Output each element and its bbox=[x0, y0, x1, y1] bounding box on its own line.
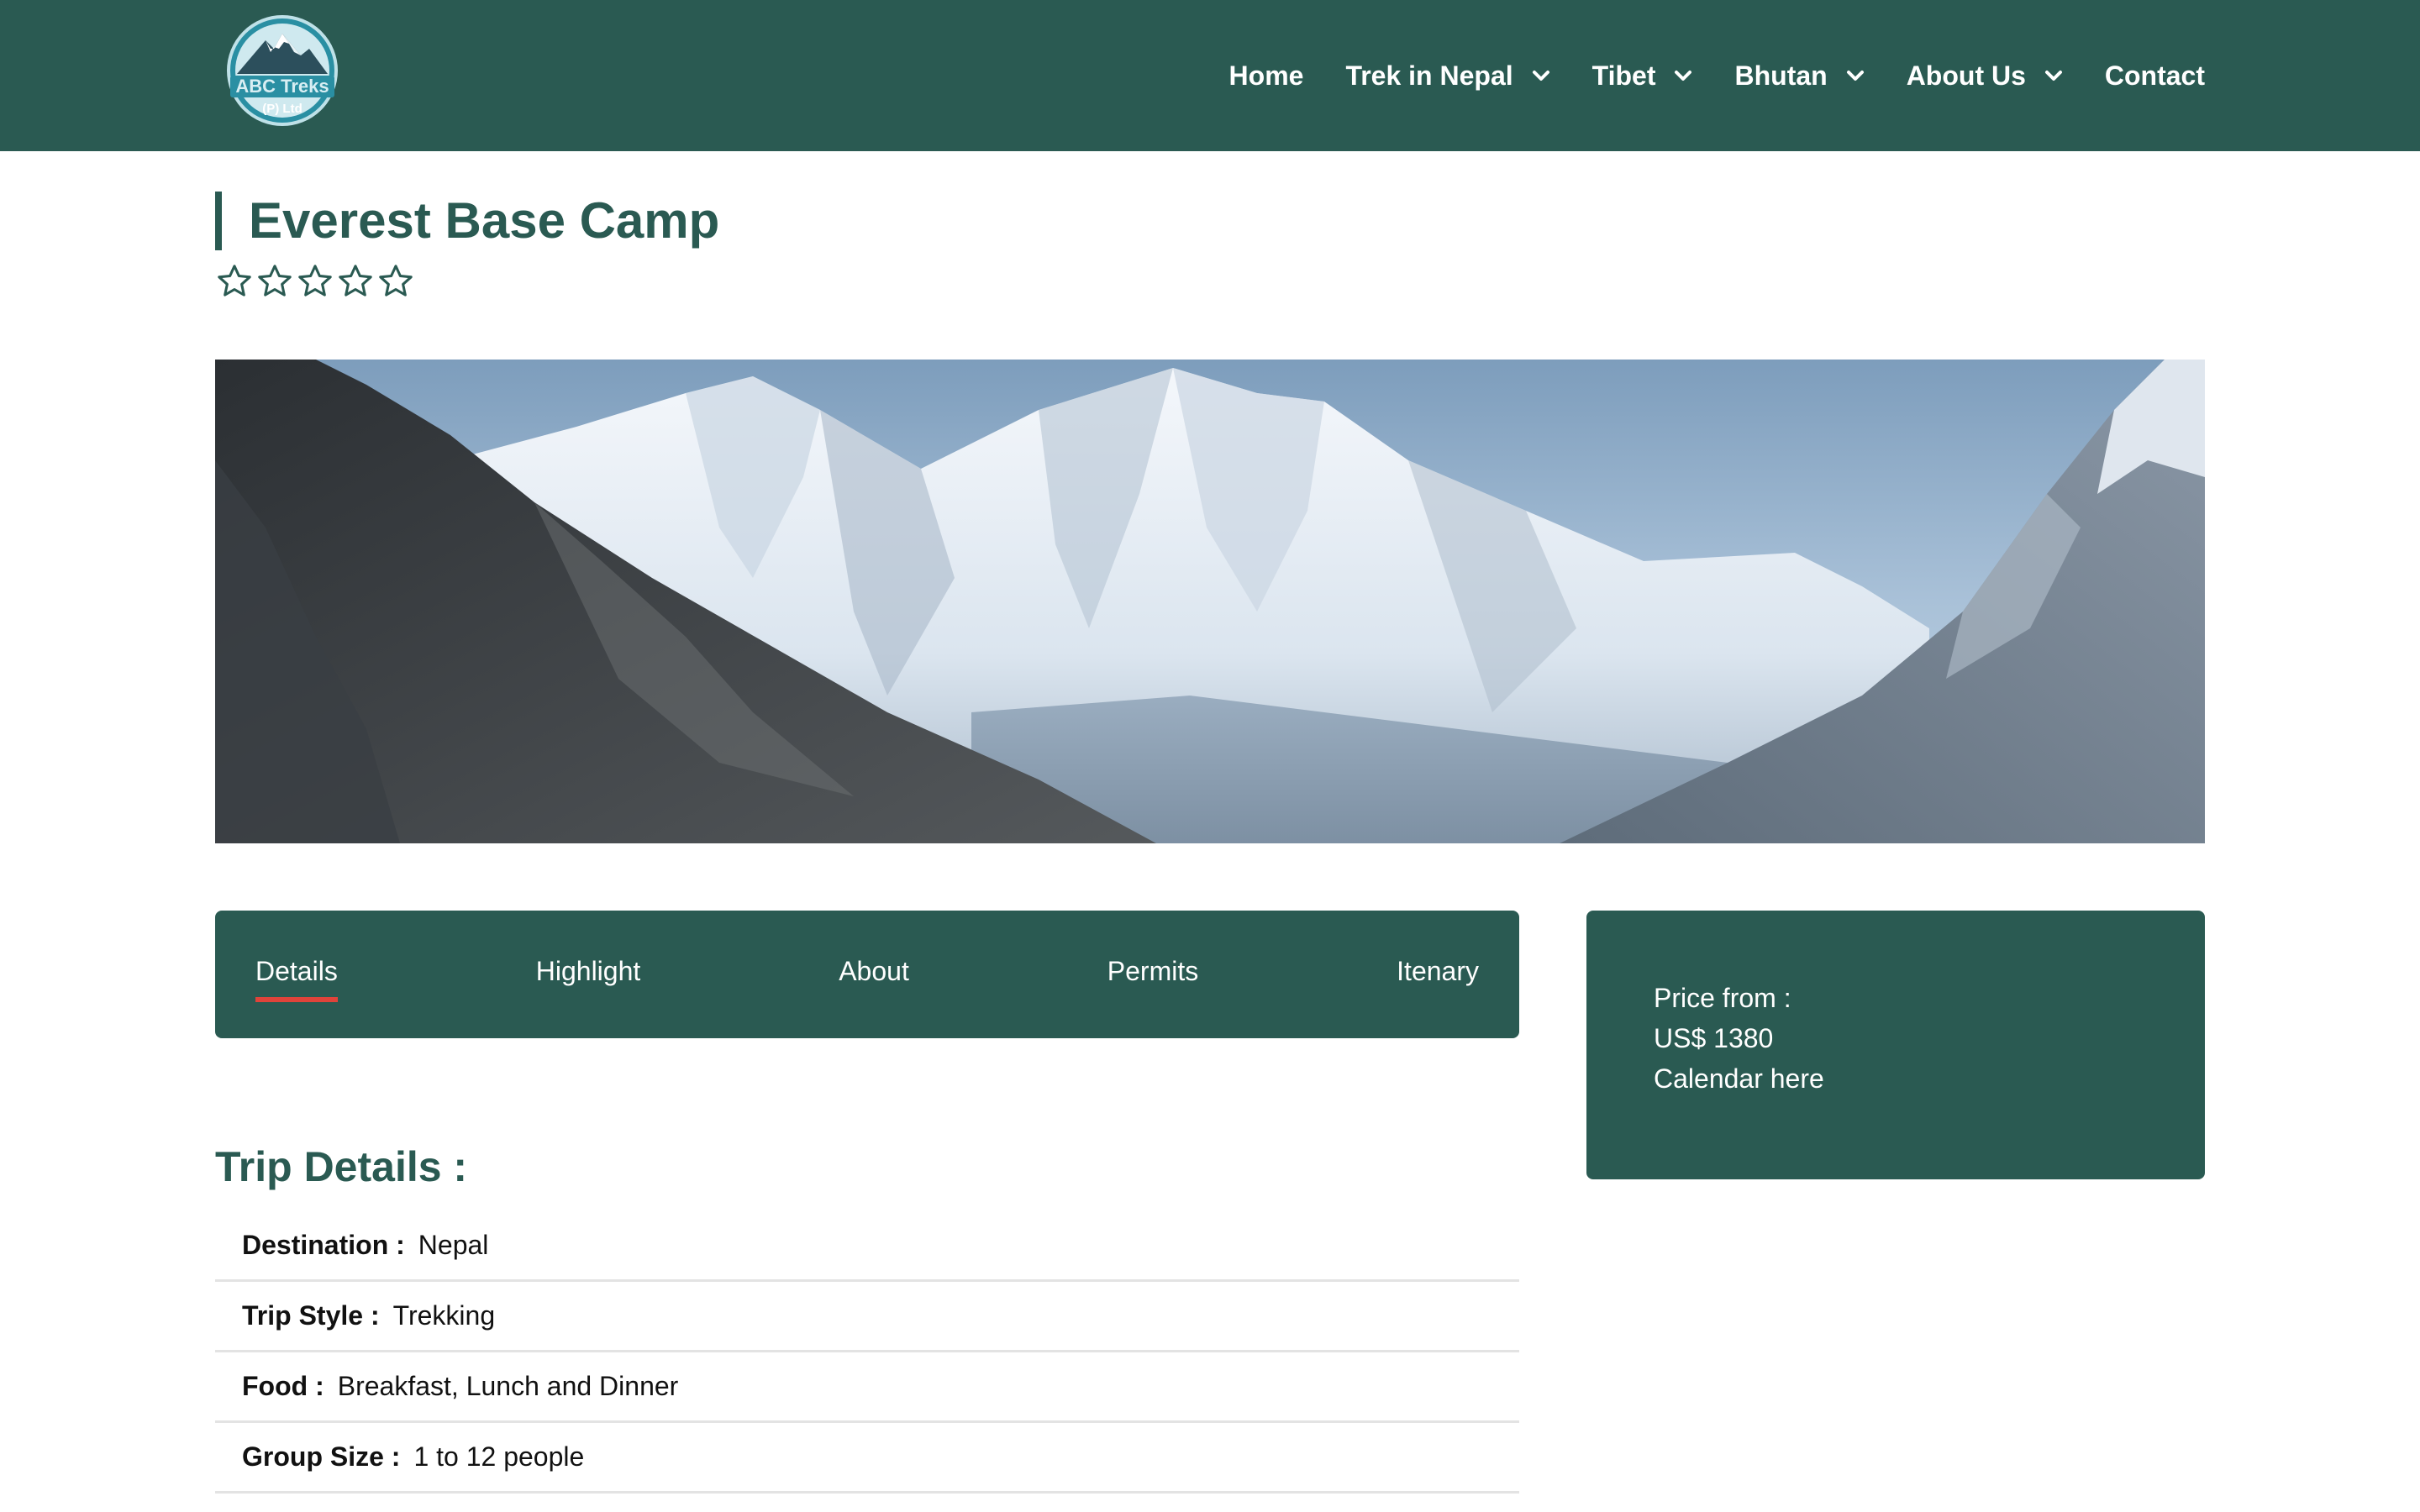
main-nav: Home Trek in Nepal Tibet Bhutan About Us… bbox=[1229, 0, 2205, 151]
trip-tabs: Details Highlight About Permits Itenary bbox=[215, 911, 1519, 1038]
nav-bhutan-label: Bhutan bbox=[1734, 60, 1828, 91]
price-label: Price from : bbox=[1654, 983, 1791, 1013]
price-value: US$ 1380 bbox=[1654, 1023, 1774, 1053]
nav-home-label: Home bbox=[1228, 60, 1304, 91]
logo-text: ABC Treks bbox=[235, 76, 329, 97]
nav-trek-in-nepal[interactable]: Trek in Nepal bbox=[1345, 60, 1549, 92]
detail-label: Trip Style : bbox=[242, 1300, 380, 1331]
detail-row-trip-style: Trip Style : Trekking bbox=[215, 1282, 1519, 1352]
company-logo[interactable]: ABC Treks (P) Ltd bbox=[218, 15, 346, 128]
nav-home[interactable]: Home bbox=[1229, 60, 1304, 92]
nav-trek-in-nepal-label: Trek in Nepal bbox=[1345, 60, 1513, 91]
nav-contact-label: Contact bbox=[2104, 60, 2205, 91]
detail-row-group-size: Group Size : 1 to 12 people bbox=[215, 1423, 1519, 1494]
star-outline-icon[interactable] bbox=[336, 262, 375, 301]
tab-itenary[interactable]: Itenary bbox=[1397, 956, 1479, 994]
star-outline-icon[interactable] bbox=[255, 262, 294, 301]
tab-permits[interactable]: Permits bbox=[1107, 956, 1198, 994]
tab-highlight[interactable]: Highlight bbox=[536, 956, 641, 994]
nav-bhutan[interactable]: Bhutan bbox=[1734, 60, 1864, 92]
star-outline-icon[interactable] bbox=[296, 262, 334, 301]
detail-label: Food : bbox=[242, 1371, 324, 1401]
calendar-placeholder: Calendar here bbox=[1654, 1063, 1824, 1094]
detail-row-destination: Destination : Nepal bbox=[215, 1211, 1519, 1282]
detail-row-food: Food : Breakfast, Lunch and Dinner bbox=[215, 1352, 1519, 1423]
detail-value: Nepal bbox=[418, 1230, 489, 1260]
nav-tibet-label: Tibet bbox=[1591, 60, 1656, 91]
trip-details-heading: Trip Details : bbox=[215, 1143, 468, 1190]
chevron-down-icon bbox=[1846, 71, 1864, 81]
chevron-down-icon bbox=[2044, 71, 2062, 81]
tab-details[interactable]: Details bbox=[255, 956, 338, 1002]
page-title-block: Everest Base Camp bbox=[215, 192, 719, 250]
nav-contact[interactable]: Contact bbox=[2105, 60, 2205, 92]
star-rating[interactable] bbox=[215, 262, 415, 301]
trip-details-list: Destination : Nepal Trip Style : Trekkin… bbox=[215, 1211, 1519, 1494]
nav-about-us-label: About Us bbox=[1906, 60, 2026, 91]
hero-mountain-image bbox=[215, 360, 2205, 843]
price-card: Price from : US$ 1380 Calendar here bbox=[1586, 911, 2205, 1179]
nav-tibet[interactable]: Tibet bbox=[1592, 60, 1693, 92]
chevron-down-icon bbox=[1675, 71, 1692, 81]
nav-about-us[interactable]: About Us bbox=[1907, 60, 2063, 92]
detail-value: Breakfast, Lunch and Dinner bbox=[337, 1371, 679, 1401]
chevron-down-icon bbox=[1532, 71, 1549, 81]
detail-value: Trekking bbox=[392, 1300, 496, 1331]
logo-subtext: (P) Ltd bbox=[262, 102, 302, 116]
detail-label: Group Size : bbox=[242, 1441, 401, 1472]
star-outline-icon[interactable] bbox=[215, 262, 254, 301]
page-title: Everest Base Camp bbox=[249, 192, 720, 249]
star-outline-icon[interactable] bbox=[376, 262, 415, 301]
detail-value: 1 to 12 people bbox=[413, 1441, 585, 1472]
detail-label: Destination : bbox=[242, 1230, 405, 1260]
tab-about[interactable]: About bbox=[839, 956, 909, 994]
top-navigation-bar: ABC Treks (P) Ltd Home Trek in Nepal Tib… bbox=[0, 0, 2420, 151]
